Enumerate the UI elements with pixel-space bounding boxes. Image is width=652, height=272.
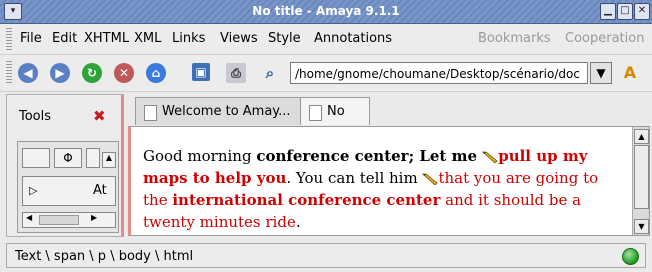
more-tool-icon[interactable] bbox=[86, 148, 100, 168]
toolbar-grip[interactable] bbox=[6, 61, 12, 85]
document-icon bbox=[144, 105, 157, 121]
save-icon[interactable]: ▣ bbox=[192, 63, 210, 81]
toolbar: ◀ ▶ ↻ ✕ ⌂ ▣ ⎙ ⌕ /home/gnome/choumane/Des… bbox=[0, 55, 652, 92]
url-input[interactable]: /home/gnome/choumane/Desktop/scénario/do… bbox=[290, 62, 588, 84]
tools-title: Tools bbox=[19, 109, 52, 124]
window-title: No title - Amaya 9.1.1 bbox=[252, 4, 400, 18]
tools-inner-panel: Φ ▲ ▷ At ◀ ▶ bbox=[17, 141, 119, 233]
stop-icon[interactable]: ✕ bbox=[114, 63, 134, 83]
text-segment: Good morning bbox=[143, 147, 257, 165]
menu-bookmarks: Bookmarks bbox=[478, 31, 551, 46]
reload-icon[interactable]: ↻ bbox=[82, 63, 102, 83]
tab-no-title[interactable]: No title bbox=[300, 97, 370, 147]
menu-style[interactable]: Style bbox=[268, 31, 301, 46]
amaya-window: ▾ No title - Amaya 9.1.1 ▁ □ ✕ File Edit… bbox=[0, 0, 652, 272]
paragraph[interactable]: Good morning conference center; Let me p… bbox=[143, 145, 625, 233]
pencil-annotation-icon[interactable] bbox=[482, 151, 498, 163]
close-window-button[interactable]: ✕ bbox=[634, 3, 650, 20]
connection-status-icon bbox=[622, 248, 639, 265]
tab-label: Welcome to Amay... bbox=[162, 104, 291, 119]
menu-cooperation: Cooperation bbox=[565, 31, 645, 46]
minimize-button[interactable]: ▁ bbox=[600, 3, 616, 20]
tools-panel: Tools ✖ Φ ▲ ▷ At ◀ ▶ bbox=[6, 94, 124, 237]
menu-annotations[interactable]: Annotations bbox=[314, 31, 392, 46]
scroll-up-icon[interactable]: ▲ bbox=[634, 129, 649, 144]
menu-bar: File Edit XHTML XML Links Views Style An… bbox=[0, 24, 652, 55]
home-icon[interactable]: ⌂ bbox=[146, 63, 166, 83]
print-icon[interactable]: ⎙ bbox=[226, 63, 246, 83]
menubar-grip[interactable] bbox=[6, 28, 12, 50]
tools-hscroll[interactable]: ◀ ▶ bbox=[22, 212, 116, 228]
text-segment: international conference center bbox=[172, 191, 441, 209]
text-segment: . bbox=[295, 213, 301, 231]
back-icon[interactable]: ◀ bbox=[18, 63, 38, 83]
close-tools-icon[interactable]: ✖ bbox=[93, 107, 106, 125]
style-icon[interactable]: A bbox=[620, 63, 640, 83]
menu-edit[interactable]: Edit bbox=[52, 31, 77, 46]
title-bar: ▾ No title - Amaya 9.1.1 ▁ □ ✕ bbox=[0, 0, 652, 24]
image-tool-icon[interactable] bbox=[22, 148, 50, 168]
status-bar: Text \ span \ p \ body \ html bbox=[6, 243, 646, 268]
tag-icon: ▷ bbox=[29, 184, 38, 197]
find-icon[interactable]: ⌕ bbox=[260, 63, 280, 83]
text-segment: conference center; Let me bbox=[256, 147, 483, 165]
attribute-tool[interactable]: ▷ At bbox=[22, 176, 116, 206]
menu-views[interactable]: Views bbox=[220, 31, 258, 46]
menu-xml[interactable]: XML bbox=[134, 31, 161, 46]
scroll-up-icon[interactable]: ▲ bbox=[102, 152, 116, 168]
forward-icon[interactable]: ▶ bbox=[50, 63, 70, 83]
menu-xhtml[interactable]: XHTML bbox=[84, 31, 129, 46]
text-segment: . You can tell him bbox=[286, 169, 423, 187]
menu-links[interactable]: Links bbox=[172, 31, 205, 46]
menu-file[interactable]: File bbox=[20, 31, 42, 46]
vertical-scrollbar[interactable]: ▲ ▼ bbox=[632, 127, 649, 235]
document-view[interactable]: Good morning conference center; Let me p… bbox=[128, 126, 650, 236]
scroll-down-icon[interactable]: ▼ bbox=[634, 219, 649, 234]
attribute-label: At bbox=[93, 183, 107, 198]
pencil-annotation-icon[interactable] bbox=[422, 173, 439, 185]
maximize-button[interactable]: □ bbox=[617, 3, 633, 20]
document-icon bbox=[309, 105, 322, 121]
status-path: Text \ span \ p \ body \ html bbox=[15, 249, 194, 264]
scroll-right-icon[interactable]: ▶ bbox=[91, 213, 97, 222]
tab-welcome[interactable]: Welcome to Amay... bbox=[135, 97, 301, 125]
symbol-tool-icon[interactable]: Φ bbox=[54, 148, 82, 168]
scroll-thumb[interactable] bbox=[39, 215, 79, 225]
scroll-thumb[interactable] bbox=[634, 145, 649, 209]
url-dropdown-button[interactable]: ▼ bbox=[590, 62, 612, 84]
scroll-left-icon[interactable]: ◀ bbox=[26, 213, 32, 222]
